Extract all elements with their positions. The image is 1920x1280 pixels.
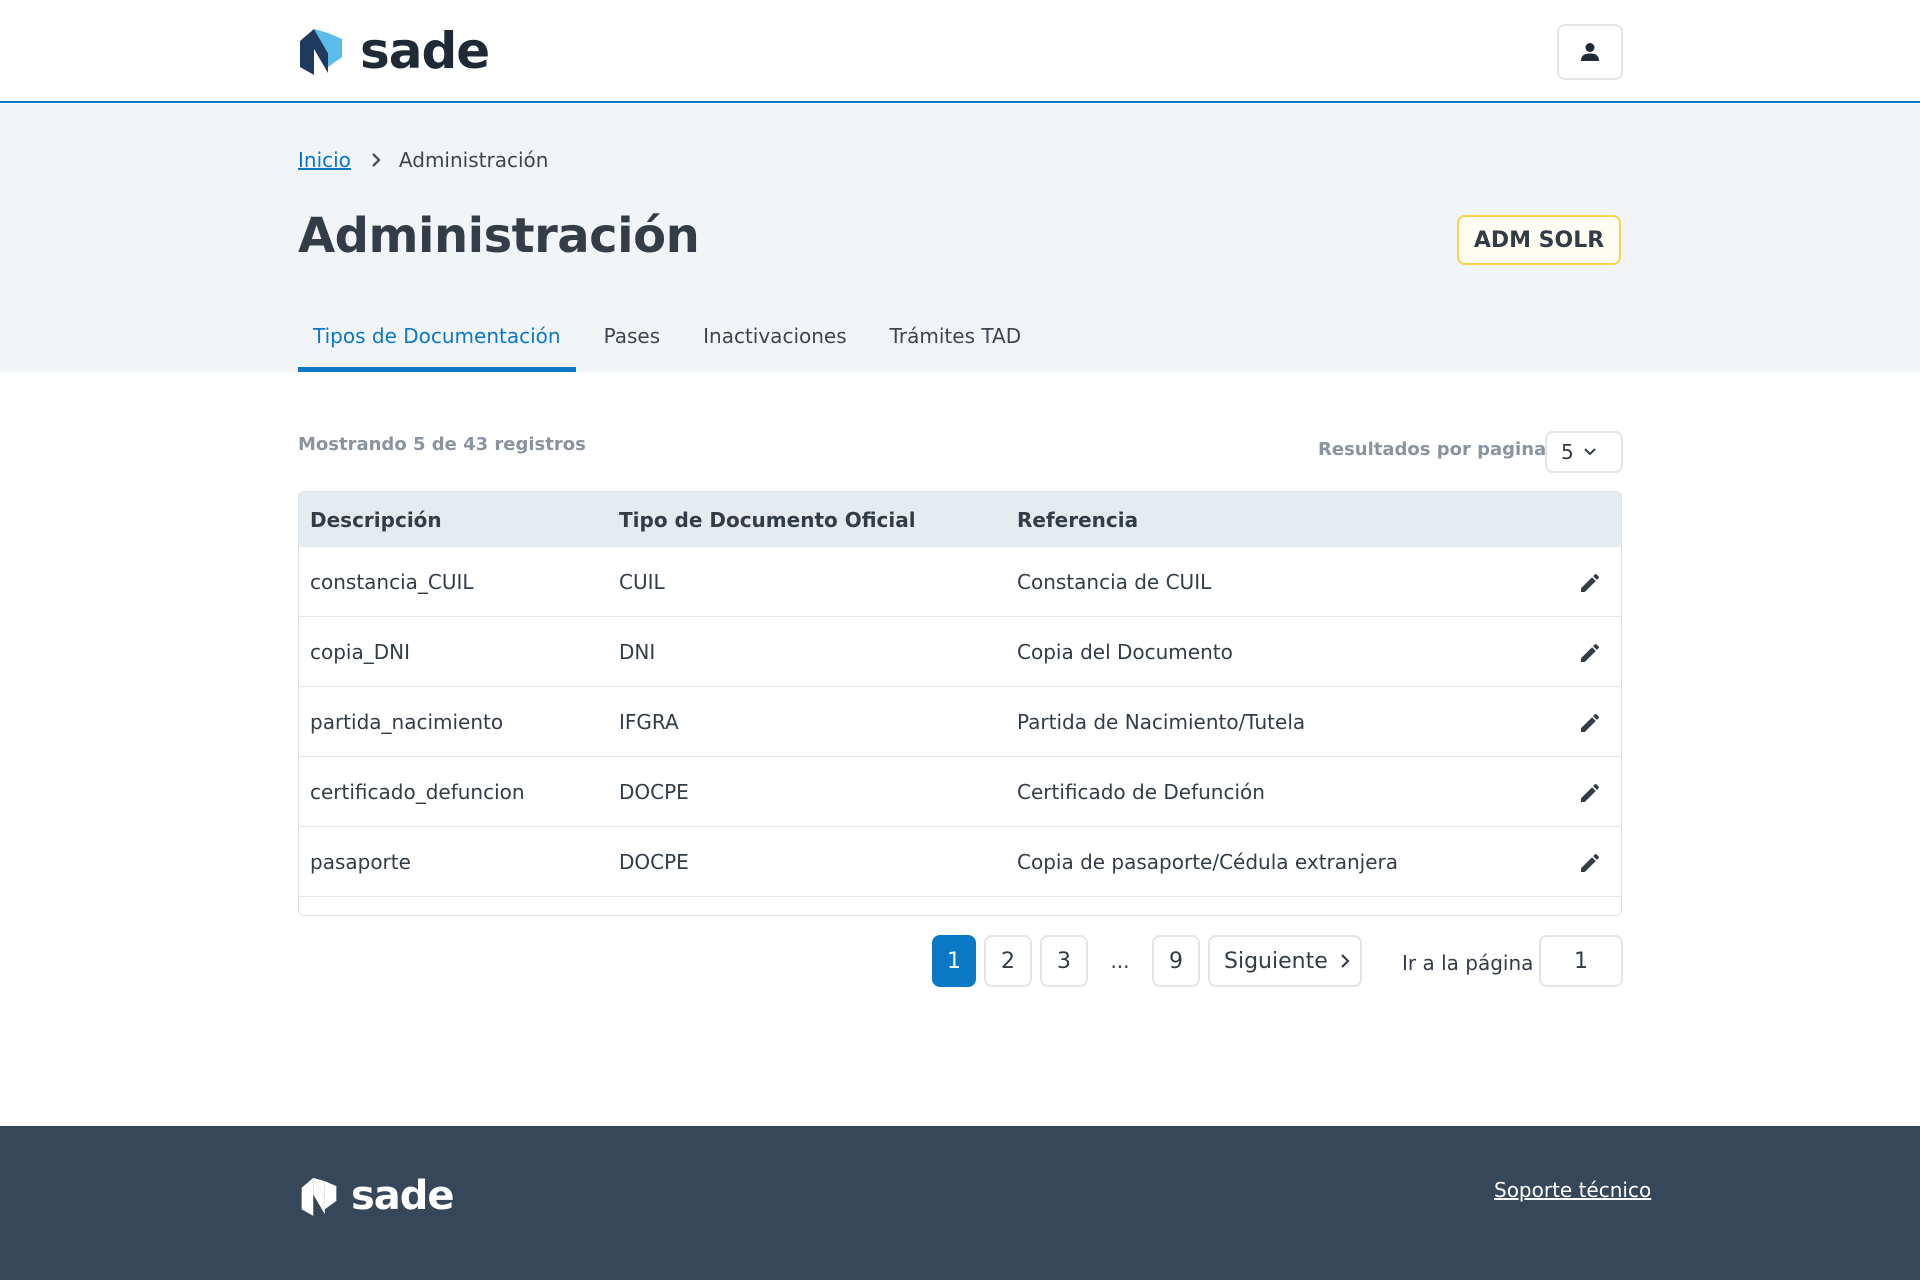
- table-header: Descripción Tipo de Documento Oficial Re…: [299, 492, 1621, 547]
- cell-referencia: Copia del Documento: [1017, 639, 1233, 664]
- brand-name: sade: [360, 22, 490, 80]
- page-button-last[interactable]: 9: [1152, 935, 1200, 987]
- column-header-referencia: Referencia: [1017, 507, 1139, 532]
- tab-tramites-tad[interactable]: Trámites TAD: [875, 304, 1036, 372]
- footer-brand-name: sade: [351, 1173, 455, 1219]
- top-header: sade: [0, 0, 1920, 103]
- cell-tipo-documento: CUIL: [619, 569, 665, 594]
- footer-brand-logo: sade: [300, 1173, 455, 1219]
- goto-page-label: Ir a la página: [1402, 951, 1534, 975]
- table-row: certificado_defuncion DOCPE Certificado …: [299, 757, 1621, 827]
- page-button-3[interactable]: 3: [1040, 935, 1088, 987]
- cell-referencia: Constancia de CUIL: [1017, 569, 1212, 594]
- cell-tipo-documento: DNI: [619, 639, 656, 664]
- table-row: partida_nacimiento IFGRA Partida de Naci…: [299, 687, 1621, 757]
- sade-logo-icon: [301, 1177, 337, 1216]
- cell-tipo-documento: DOCPE: [619, 849, 689, 874]
- pencil-edit-icon[interactable]: [1575, 638, 1605, 668]
- tab-pases[interactable]: Pases: [589, 304, 676, 372]
- table-row: constancia_CUIL CUIL Constancia de CUIL: [299, 547, 1621, 617]
- pagination: 1 2 3 ... 9 Siguiente: [932, 935, 1370, 987]
- pencil-edit-icon[interactable]: [1575, 848, 1605, 878]
- chevron-right-icon: [371, 153, 381, 167]
- table-row: pasaporte DOCPE Copia de pasaporte/Cédul…: [299, 827, 1621, 897]
- pencil-edit-icon[interactable]: [1575, 708, 1605, 738]
- pencil-edit-icon[interactable]: [1575, 568, 1605, 598]
- page-ellipsis: ...: [1110, 949, 1130, 973]
- brand-logo[interactable]: sade: [298, 22, 490, 80]
- page-button-2[interactable]: 2: [984, 935, 1032, 987]
- support-link[interactable]: Soporte técnico: [1494, 1178, 1651, 1202]
- page-title: Administración: [298, 208, 700, 264]
- user-menu-button[interactable]: [1557, 24, 1623, 80]
- chevron-right-icon: [1340, 954, 1350, 968]
- adm-solr-button[interactable]: ADM SOLR: [1457, 215, 1621, 265]
- cell-tipo-documento: IFGRA: [619, 709, 679, 734]
- records-count: Mostrando 5 de 43 registros: [298, 434, 586, 455]
- column-header-descripcion: Descripción: [310, 507, 442, 532]
- next-page-button[interactable]: Siguiente: [1208, 935, 1362, 987]
- cell-descripcion: copia_DNI: [310, 639, 410, 664]
- tab-bar: Tipos de Documentación Pases Inactivacio…: [298, 304, 1049, 372]
- cell-descripcion: partida_nacimiento: [310, 709, 504, 734]
- cell-referencia: Certificado de Defunción: [1017, 779, 1265, 804]
- cell-referencia: Partida de Nacimiento/Tutela: [1017, 709, 1306, 734]
- breadcrumb-current: Administración: [398, 148, 549, 172]
- per-page-select[interactable]: 5: [1545, 431, 1623, 473]
- page-header-section: Inicio Administración Administración ADM…: [0, 104, 1920, 372]
- sade-logo-icon: [300, 29, 342, 75]
- cell-descripcion: pasaporte: [310, 849, 411, 874]
- column-header-tipo-documento: Tipo de Documento Oficial: [619, 507, 916, 532]
- tab-tipos-de-documentacion[interactable]: Tipos de Documentación: [298, 304, 576, 372]
- tab-inactivaciones[interactable]: Inactivaciones: [688, 304, 862, 372]
- next-page-label: Siguiente: [1224, 948, 1328, 974]
- footer: sade Soporte técnico: [0, 1126, 1920, 1280]
- cell-descripcion: constancia_CUIL: [310, 569, 474, 594]
- breadcrumb-home-link[interactable]: Inicio: [298, 148, 351, 172]
- chevron-down-icon: [1584, 448, 1596, 456]
- breadcrumb: Inicio Administración: [298, 148, 548, 172]
- per-page-label: Resultados por pagina: [1318, 439, 1547, 460]
- pencil-edit-icon[interactable]: [1575, 778, 1605, 808]
- cell-referencia: Copia de pasaporte/Cédula extranjera: [1017, 849, 1399, 874]
- table-row: copia_DNI DNI Copia del Documento: [299, 617, 1621, 687]
- cell-tipo-documento: DOCPE: [619, 779, 689, 804]
- page-button-1[interactable]: 1: [932, 935, 976, 987]
- document-types-table: Descripción Tipo de Documento Oficial Re…: [298, 491, 1622, 916]
- cell-descripcion: certificado_defuncion: [310, 779, 525, 804]
- user-icon: [1581, 43, 1599, 61]
- per-page-value: 5: [1561, 440, 1574, 464]
- goto-page-input[interactable]: [1539, 935, 1623, 987]
